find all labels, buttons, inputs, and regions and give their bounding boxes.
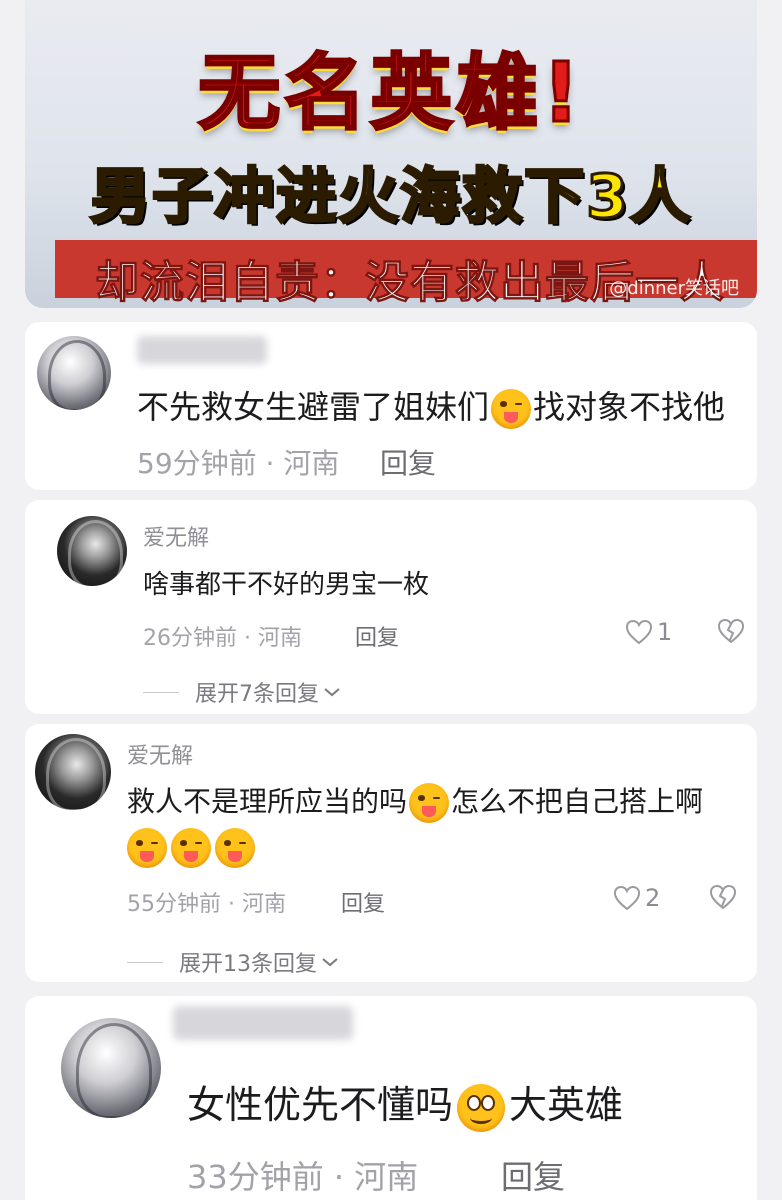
banner-subtitle: 男子冲进火海救下3人: [89, 161, 692, 234]
expand-replies-button[interactable]: 展开13条回复: [127, 946, 339, 978]
reply-button[interactable]: 回复: [501, 1152, 565, 1198]
comment-text-part: 救人不是理所应当的吗: [127, 785, 408, 818]
comment-meta: 26分钟前 · 河南: [143, 620, 302, 652]
watermark: @dinner笑话吧: [609, 278, 739, 299]
like-count: 1: [657, 618, 673, 646]
comment-text-part: 不先救女生避雷了姐妹们: [137, 388, 490, 426]
avatar[interactable]: [37, 336, 111, 410]
chevron-down-icon: [322, 958, 338, 967]
separator: ·: [221, 892, 242, 917]
comment-text-part: 找对象不找他: [533, 388, 726, 426]
squint-tongue-emoji: [491, 389, 532, 429]
username-blurred: [173, 1006, 353, 1040]
comment-card: 爱无解 救人不是理所应当的吗 怎么不把自己搭上啊 55分钟前 · 河南 回复 2 …: [25, 724, 757, 982]
separator: ·: [237, 626, 258, 651]
expand-divider: [143, 691, 179, 693]
news-banner-image: 无名英雄! 男子冲进火海救下3人 却流泪自责：没有救出最后一人 @dinner笑…: [25, 0, 757, 308]
separator: ·: [256, 447, 284, 480]
comment-card: 不先救女生避雷了姐妹们 找对象不找他 59分钟前 · 河南 回复: [25, 322, 757, 490]
expand-label: 展开7条回复: [195, 682, 319, 707]
chevron-down-icon: [324, 688, 340, 697]
comment-text-part: 大英雄: [509, 1083, 624, 1127]
heart-icon: [613, 885, 641, 911]
squint-tongue-emoji: [171, 828, 211, 868]
comment-location: 河南: [354, 1158, 419, 1196]
comment-card: 爱无解 啥事都干不好的男宝一枚 26分钟前 · 河南 回复 1 展开7条回复: [25, 500, 757, 714]
comment-time: 26分钟前: [143, 626, 237, 651]
banner-title: 无名英雄!: [197, 45, 584, 143]
broken-heart-icon: [717, 618, 745, 644]
heart-icon: [625, 619, 653, 645]
comment-text: 不先救女生避雷了姐妹们 找对象不找他: [137, 382, 725, 429]
emoji-row: [127, 828, 255, 868]
comment-text-part: 女性优先不懂吗: [187, 1083, 454, 1127]
broken-heart-icon: [709, 884, 737, 910]
avatar[interactable]: [35, 734, 111, 810]
comment-time: 33分钟前: [187, 1158, 324, 1196]
avatar[interactable]: [61, 1018, 161, 1118]
comment-card: 女性优先不懂吗 大英雄 33分钟前 · 河南 回复: [25, 996, 757, 1200]
dislike-button[interactable]: [709, 884, 737, 910]
comment-location: 河南: [283, 447, 340, 480]
comment-time: 55分钟前: [127, 892, 221, 917]
username[interactable]: 爱无解: [127, 738, 193, 770]
expand-label: 展开13条回复: [179, 952, 317, 977]
smile-emoji: [457, 1083, 506, 1132]
username[interactable]: 爱无解: [143, 520, 209, 552]
reply-button[interactable]: 回复: [380, 442, 436, 482]
comment-text-part: 怎么不把自己搭上啊: [451, 785, 704, 818]
squint-tongue-emoji: [409, 783, 450, 823]
username-blurred: [137, 336, 267, 364]
like-count: 2: [645, 884, 661, 912]
squint-tongue-emoji: [127, 828, 167, 868]
comment-meta: 33分钟前 · 河南: [187, 1152, 418, 1198]
dislike-button[interactable]: [717, 618, 745, 644]
expand-divider: [127, 961, 163, 963]
comment-text: 啥事都干不好的男宝一枚: [143, 570, 430, 600]
comment-meta: 59分钟前 · 河南: [137, 442, 339, 482]
separator: ·: [323, 1158, 355, 1196]
comment-location: 河南: [257, 626, 302, 651]
comment-location: 河南: [241, 892, 286, 917]
avatar[interactable]: [57, 516, 127, 586]
comment-text: 救人不是理所应当的吗 怎么不把自己搭上啊: [127, 780, 703, 823]
squint-tongue-emoji: [215, 828, 255, 868]
reply-button[interactable]: 回复: [341, 886, 385, 918]
comment-time: 59分钟前: [137, 447, 257, 480]
comment-meta: 55分钟前 · 河南: [127, 886, 286, 918]
expand-replies-button[interactable]: 展开7条回复: [143, 676, 341, 708]
comment-text: 女性优先不懂吗 大英雄: [187, 1074, 623, 1132]
like-button[interactable]: 2: [613, 884, 660, 912]
reply-button[interactable]: 回复: [355, 620, 399, 652]
like-button[interactable]: 1: [625, 618, 672, 646]
